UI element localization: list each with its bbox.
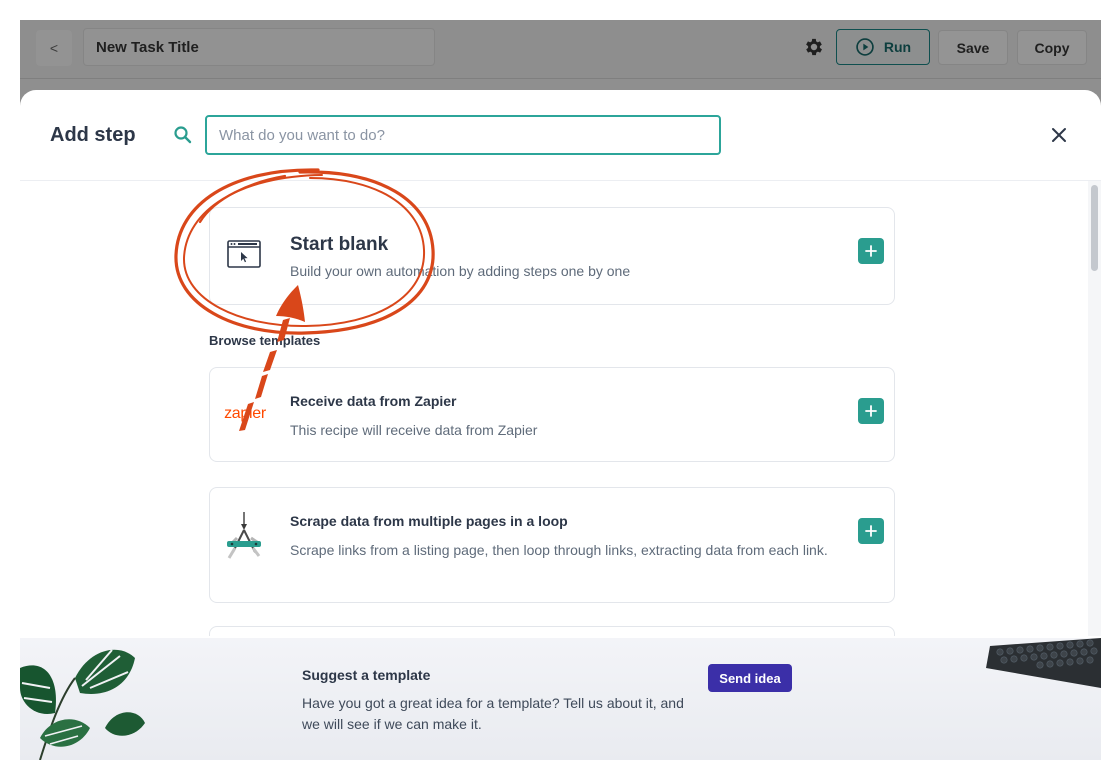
run-button[interactable]: Run (836, 29, 930, 65)
search-icon (174, 126, 192, 144)
top-bar: < New Task Title Run Save Copy (20, 20, 1101, 79)
play-circle-icon (856, 38, 874, 56)
template-description: Scrape links from a listing page, then l… (290, 542, 828, 558)
start-blank-add-button[interactable] (858, 238, 884, 264)
start-blank-description: Build your own automation by adding step… (290, 263, 631, 279)
search-input[interactable] (205, 115, 721, 155)
template-add-button[interactable] (858, 518, 884, 544)
template-card-scrape-loop[interactable]: Scrape data from multiple pages in a loo… (209, 487, 895, 603)
start-blank-card[interactable]: Start blank Build your own automation by… (209, 207, 895, 305)
template-description: This recipe will receive data from Zapie… (290, 422, 538, 438)
modal-header: Add step (20, 90, 1101, 181)
browser-window-icon (222, 232, 266, 276)
back-button[interactable]: < (36, 30, 72, 66)
run-button-label: Run (883, 39, 912, 55)
add-step-modal: Add step What do you want to do? Start b… (20, 90, 1101, 760)
app-frame: < New Task Title Run Save Copy Add step (20, 20, 1101, 760)
zapier-logo-text: zapier (224, 405, 266, 422)
modal-body: Start blank Build your own automation by… (20, 181, 1101, 636)
suggest-template-footer: Suggest a template Have you got a great … (20, 638, 1101, 760)
suggest-template-text: Have you got a great idea for a template… (302, 695, 684, 732)
plus-icon (865, 525, 877, 537)
close-button[interactable] (1046, 122, 1072, 148)
save-button[interactable]: Save (938, 30, 1008, 65)
copy-button[interactable]: Copy (1017, 30, 1087, 65)
plus-icon (865, 245, 877, 257)
task-title-field[interactable]: New Task Title (83, 28, 435, 66)
modal-title: Add step (50, 124, 136, 146)
template-title: Receive data from Zapier (290, 393, 457, 409)
zapier-logo-icon: zapier (220, 392, 270, 436)
browse-templates-label: Browse templates (209, 333, 321, 348)
template-add-button[interactable] (858, 398, 884, 424)
gear-icon[interactable] (803, 36, 825, 58)
template-card-partial[interactable] (209, 626, 895, 636)
close-icon (1052, 128, 1066, 142)
suggest-template-title: Suggest a template (302, 667, 431, 683)
keyboard-illustration (986, 638, 1101, 688)
plus-icon (865, 405, 877, 417)
template-title: Scrape data from multiple pages in a loo… (290, 513, 568, 529)
scrollbar-thumb[interactable] (1091, 185, 1098, 271)
start-blank-title: Start blank (290, 234, 389, 255)
compass-tools-icon (220, 510, 268, 566)
send-idea-button[interactable]: Send idea (708, 664, 792, 692)
monstera-plant-illustration (20, 649, 145, 760)
template-card-zapier[interactable]: zapier Receive data from Zapier This rec… (209, 367, 895, 462)
